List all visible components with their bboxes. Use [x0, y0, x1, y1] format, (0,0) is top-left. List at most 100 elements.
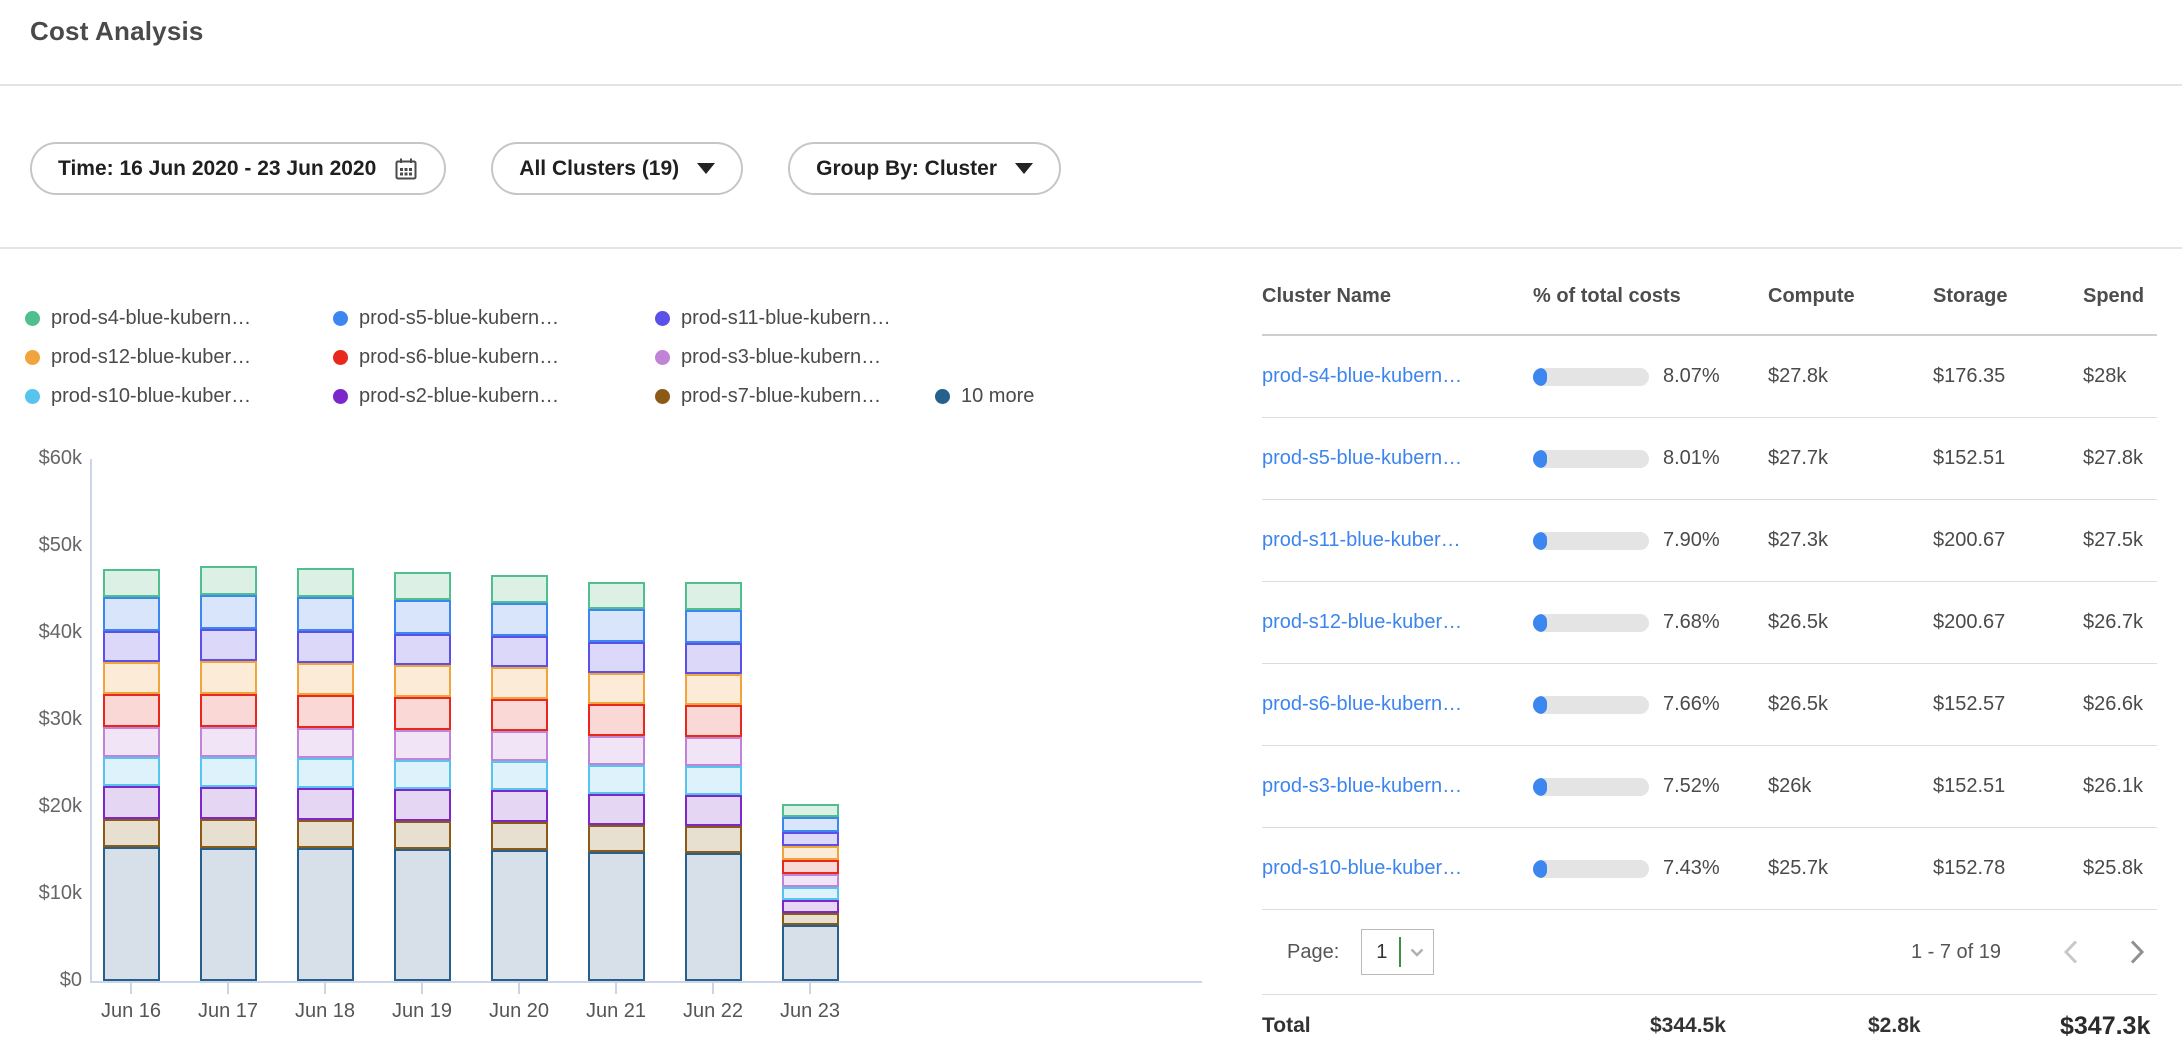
- legend-item-label: prod-s12-blue-kuber…: [51, 346, 251, 369]
- legend-row-spacer: [935, 299, 1240, 338]
- previous-page-button[interactable]: [2063, 939, 2079, 965]
- bar-segment: [491, 636, 548, 667]
- bar-segment: [103, 569, 160, 597]
- bar-segment: [297, 788, 354, 820]
- y-axis-tick-label: $10k: [0, 882, 82, 905]
- bar-segment: [782, 887, 839, 900]
- legend-dot-icon: [655, 350, 670, 365]
- bar-segment: [103, 727, 160, 757]
- total-storage: $2.8k: [1868, 1014, 2060, 1038]
- x-axis-tick: [809, 983, 811, 994]
- percent-progress-track: [1533, 860, 1649, 878]
- chevron-down-icon: [697, 163, 715, 174]
- legend-dot-icon: [25, 350, 40, 365]
- legend-item[interactable]: prod-s10-blue-kuber…: [25, 377, 333, 416]
- bar-jun-20: [491, 575, 548, 981]
- table-row: prod-s12-blue-kuber…7.68%$26.5k$200.67$2…: [1262, 582, 2157, 664]
- percent-progress-fill: [1533, 614, 1547, 632]
- column-header: Cluster Name: [1262, 285, 1533, 308]
- title-bar: Cost Analysis: [0, 0, 2182, 86]
- legend-dot-icon: [935, 389, 950, 404]
- cluster-name-link[interactable]: prod-s10-blue-kuber…: [1262, 857, 1533, 880]
- percent-progress-track: [1533, 450, 1649, 468]
- legend-dot-icon: [655, 389, 670, 404]
- bar-segment: [297, 695, 354, 728]
- bar-segment: [685, 853, 742, 981]
- bar-segment: [200, 629, 257, 661]
- legend-item[interactable]: prod-s3-blue-kubern…: [655, 338, 935, 377]
- bar-segment: [200, 848, 257, 981]
- cluster-name-link[interactable]: prod-s12-blue-kuber…: [1262, 611, 1533, 634]
- pagination-range: 1 - 7 of 19: [1911, 941, 2001, 964]
- bar-segment: [297, 597, 354, 631]
- bar-segment: [588, 765, 645, 794]
- legend-item[interactable]: prod-s2-blue-kubern…: [333, 377, 655, 416]
- next-page-button[interactable]: [2129, 939, 2145, 965]
- y-axis-tick-label: $40k: [0, 621, 82, 644]
- table-row: prod-s10-blue-kuber…7.43%$25.7k$152.78$2…: [1262, 828, 2157, 910]
- percent-progress-fill: [1533, 778, 1547, 796]
- bar-segment: [297, 631, 354, 663]
- bar-segment: [394, 634, 451, 665]
- filter-bar: Time: 16 Jun 2020 - 23 Jun 2020 All Clus…: [0, 86, 2182, 249]
- bar-jun-22: [685, 582, 742, 981]
- bar-jun-23: [782, 804, 839, 981]
- total-label: Total: [1262, 1014, 1650, 1038]
- bar-segment: [200, 787, 257, 819]
- bar-segment: [200, 566, 257, 595]
- storage-value: $152.51: [1933, 775, 2083, 798]
- legend-item[interactable]: prod-s11-blue-kubern…: [655, 299, 935, 338]
- legend-item[interactable]: prod-s12-blue-kuber…: [25, 338, 333, 377]
- storage-value: $176.35: [1933, 365, 2083, 388]
- chevron-right-icon: [2129, 939, 2145, 965]
- column-header: Compute: [1768, 285, 1933, 308]
- legend-item[interactable]: prod-s4-blue-kubern…: [25, 299, 333, 338]
- legend-item[interactable]: prod-s7-blue-kubern…: [655, 377, 935, 416]
- group-by-filter[interactable]: Group By: Cluster: [788, 142, 1061, 195]
- bar-segment: [588, 704, 645, 736]
- percent-progress-fill: [1533, 532, 1547, 550]
- bar-segment: [491, 603, 548, 636]
- bar-segment: [297, 848, 354, 981]
- legend-item[interactable]: 10 more: [935, 377, 1240, 416]
- bar-segment: [685, 826, 742, 853]
- cluster-name-link[interactable]: prod-s4-blue-kubern…: [1262, 365, 1533, 388]
- percent-cell: 7.52%: [1533, 775, 1768, 798]
- bar-segment: [782, 874, 839, 887]
- bar-segment: [200, 661, 257, 694]
- legend-item-label: prod-s2-blue-kubern…: [359, 385, 559, 408]
- bar-segment: [103, 694, 160, 727]
- cluster-name-link[interactable]: prod-s5-blue-kubern…: [1262, 447, 1533, 470]
- bar-jun-16: [103, 569, 160, 981]
- time-range-filter[interactable]: Time: 16 Jun 2020 - 23 Jun 2020: [30, 142, 446, 195]
- percent-value: 8.01%: [1663, 447, 1720, 470]
- bar-segment: [685, 795, 742, 826]
- table-row: prod-s6-blue-kubern…7.66%$26.5k$152.57$2…: [1262, 664, 2157, 746]
- legend-item[interactable]: prod-s6-blue-kubern…: [333, 338, 655, 377]
- bar-segment: [394, 600, 451, 634]
- bar-segment: [394, 821, 451, 849]
- spend-value: $26.7k: [2083, 611, 2157, 634]
- legend-item[interactable]: prod-s5-blue-kubern…: [333, 299, 655, 338]
- x-axis-tick: [227, 983, 229, 994]
- clusters-filter[interactable]: All Clusters (19): [491, 142, 743, 195]
- y-axis-line: [90, 459, 92, 981]
- time-range-label: Time: 16 Jun 2020 - 23 Jun 2020: [58, 157, 376, 181]
- cluster-name-link[interactable]: prod-s3-blue-kubern…: [1262, 775, 1533, 798]
- bar-segment: [103, 847, 160, 981]
- x-axis-tick: [712, 983, 714, 994]
- cluster-name-link[interactable]: prod-s6-blue-kubern…: [1262, 693, 1533, 716]
- y-axis-tick-label: $0: [0, 969, 82, 992]
- page-select-value: 1: [1362, 941, 1399, 964]
- cluster-name-link[interactable]: prod-s11-blue-kuber…: [1262, 529, 1533, 552]
- column-header: Spend: [2083, 285, 2157, 308]
- page-select[interactable]: 1: [1361, 929, 1434, 975]
- bar-segment: [103, 757, 160, 786]
- compute-value: $26.5k: [1768, 611, 1933, 634]
- column-header: % of total costs: [1533, 285, 1768, 308]
- bar-segment: [491, 575, 548, 603]
- legend-item-label: prod-s10-blue-kuber…: [51, 385, 251, 408]
- bar-segment: [297, 663, 354, 695]
- legend-item-label: prod-s6-blue-kubern…: [359, 346, 559, 369]
- legend-item-label: prod-s7-blue-kubern…: [681, 385, 881, 408]
